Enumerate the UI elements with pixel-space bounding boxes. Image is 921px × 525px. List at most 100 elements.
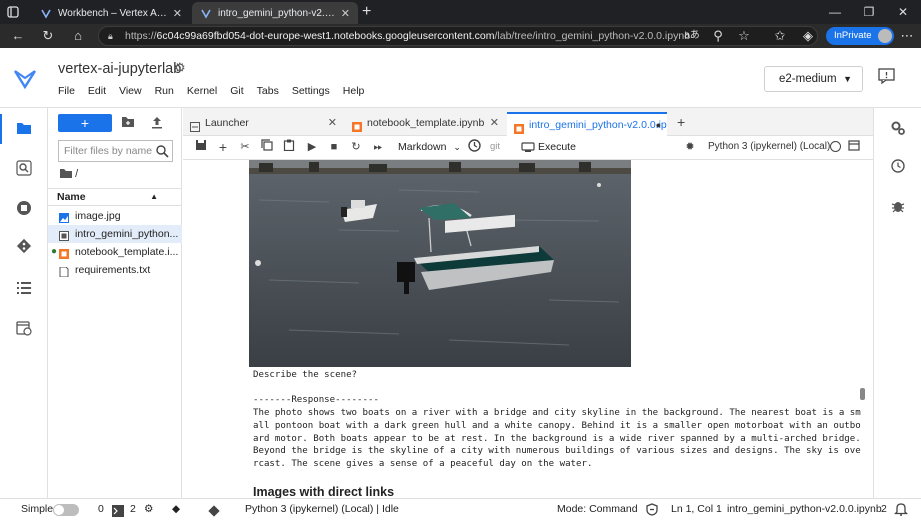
folder-icon[interactable] <box>14 118 34 138</box>
menu-help[interactable]: Help <box>343 85 365 97</box>
file-row[interactable]: requirements.txt <box>48 261 182 279</box>
favorite-star-icon[interactable]: ☆ <box>732 24 756 48</box>
git-branch-icon[interactable]: ◆ <box>172 499 180 520</box>
browser-tab-notebook[interactable]: intro_gemini_python-v2.0.0.ipynb ✕ <box>192 2 358 24</box>
scheduler-calendar-icon[interactable] <box>14 318 34 338</box>
back-icon[interactable]: ← <box>6 24 30 48</box>
cut-icon[interactable]: ✂ <box>237 139 253 155</box>
paste-icon[interactable] <box>281 139 297 155</box>
simple-mode-toggle[interactable] <box>53 504 79 516</box>
search-icon[interactable] <box>14 158 34 178</box>
table-of-contents-icon[interactable] <box>14 278 34 298</box>
close-tab-icon[interactable]: ✕ <box>335 7 350 20</box>
kernels-count[interactable]: 2 <box>130 499 136 520</box>
menu-file[interactable]: File <box>58 85 75 97</box>
restart-kernel-icon[interactable]: ↻ <box>348 139 364 155</box>
property-inspector-gears-icon[interactable] <box>890 120 906 136</box>
refresh-icon[interactable]: ↻ <box>36 24 60 48</box>
clock-icon[interactable] <box>466 139 482 155</box>
kernel-status[interactable]: Python 3 (ipykernel) (Local) | Idle <box>245 499 399 520</box>
minimize-icon[interactable]: — <box>818 0 852 24</box>
kernel-name[interactable]: Python 3 (ipykernel) (Local) <box>708 139 830 155</box>
menu-tabs[interactable]: Tabs <box>257 85 279 97</box>
unsaved-dot-icon[interactable]: ● <box>656 114 661 136</box>
vertex-ai-logo-icon <box>12 66 38 92</box>
restart-run-all-icon[interactable]: ⏩︎ <box>370 139 386 155</box>
read-aloud-icon[interactable]: a͏あ <box>680 24 704 48</box>
upload-icon[interactable] <box>151 116 165 130</box>
file-row[interactable]: ● notebook_template.i... <box>48 243 182 261</box>
kernel-settings-bug-icon[interactable]: ✹ <box>682 139 698 155</box>
new-launcher-button[interactable]: + <box>58 114 112 132</box>
running-kernels-icon[interactable] <box>14 198 34 218</box>
git-label[interactable]: git <box>490 139 500 155</box>
terminals-count[interactable]: 0 <box>98 499 104 520</box>
tab-intro-gemini[interactable]: intro_gemini_python-v2.0.0.ip ● <box>507 112 667 136</box>
cell-type-select[interactable]: Markdown ⌄ <box>398 139 461 155</box>
tab-notebook-template[interactable]: notebook_template.ipynb ✕ <box>345 112 505 136</box>
insert-cell-icon[interactable]: + <box>215 139 231 155</box>
current-file-name: intro_gemini_python-v2.0.0.ipynb <box>727 503 882 515</box>
git-icon[interactable] <box>14 236 34 256</box>
notebook-tab-bar: Launcher ✕ notebook_template.ipynb ✕ int… <box>183 108 873 136</box>
launcher-icon <box>190 118 200 132</box>
close-window-icon[interactable]: ✕ <box>886 0 920 24</box>
restore-icon[interactable]: ❐ <box>852 0 886 24</box>
menu-git[interactable]: Git <box>230 85 243 97</box>
file-name: requirements.txt <box>75 264 151 276</box>
debugger-bug-icon[interactable] <box>890 198 906 214</box>
settings-gear-icon[interactable]: ⚙ <box>174 60 186 76</box>
file-row[interactable]: intro_gemini_python... <box>48 225 182 243</box>
zoom-icon[interactable]: ⚲ <box>706 24 730 48</box>
cursor-position[interactable]: Ln 1, Col 1 <box>671 499 722 520</box>
browser-tab-workbench[interactable]: Workbench – Vertex AI – qwiklab ✕ <box>32 2 190 24</box>
menu-kernel[interactable]: Kernel <box>187 85 217 97</box>
home-icon[interactable]: ⌂ <box>66 24 90 48</box>
response-line: The photo shows two boats on a river wit… <box>253 408 861 419</box>
scrollbar-thumb[interactable] <box>860 388 865 400</box>
run-cell-icon[interactable]: ▶ <box>304 139 320 155</box>
machine-type-select[interactable]: e2-medium ▼ <box>764 66 863 92</box>
file-row[interactable]: image.jpg <box>48 207 182 225</box>
interrupt-kernel-icon[interactable]: ■ <box>326 139 342 155</box>
trusted-shield-icon[interactable] <box>646 503 658 524</box>
save-icon[interactable] <box>193 139 209 155</box>
menu-run[interactable]: Run <box>155 85 174 97</box>
close-tab-icon[interactable]: ✕ <box>167 7 182 20</box>
copy-icon[interactable] <box>259 139 275 155</box>
notification-bell-icon[interactable] <box>893 502 909 524</box>
breadcrumb[interactable]: / <box>60 168 78 180</box>
new-tab-icon[interactable]: + <box>362 2 371 22</box>
menu-view[interactable]: View <box>119 85 142 97</box>
execute-button[interactable]: Execute <box>521 139 576 155</box>
response-line: ard motor. Both boats appear to be at re… <box>253 433 861 444</box>
feedback-icon[interactable] <box>878 68 896 85</box>
notebook-mode[interactable]: Mode: Command <box>557 499 638 520</box>
close-icon[interactable]: ✕ <box>490 112 499 134</box>
notebook-toolbar: + ✂ ▶ ■ ↻ ⏩︎ Markdown ⌄ git Execute ✹ Py… <box>183 136 873 160</box>
inprivate-badge[interactable]: InPrivate <box>826 27 894 45</box>
filter-files-input[interactable]: Filter files by name <box>58 140 173 162</box>
name-column-header[interactable]: Name ▲ <box>48 188 182 206</box>
menu-edit[interactable]: Edit <box>88 85 106 97</box>
tab-label: notebook_template.ipynb <box>367 117 485 129</box>
vertex-tab-icon <box>40 7 52 19</box>
tab-launcher[interactable]: Launcher ✕ <box>183 112 343 136</box>
kernel-gear-icon: ⚙ <box>144 503 154 515</box>
history-icon[interactable] <box>890 158 906 174</box>
image-file-icon <box>59 211 69 223</box>
more-menu-icon[interactable]: ⋯ <box>895 24 919 48</box>
folder-icon <box>60 169 72 178</box>
notifications-count[interactable]: 2 <box>881 499 887 520</box>
browser-essentials-icon[interactable]: ◈ <box>796 24 820 48</box>
notebook-icon <box>352 118 362 132</box>
tab-actions-icon[interactable] <box>6 5 20 19</box>
menu-settings[interactable]: Settings <box>292 85 330 97</box>
tab-label: Launcher <box>205 117 249 129</box>
schedule-calendar-icon[interactable] <box>846 139 862 155</box>
add-tab-icon[interactable]: + <box>677 114 685 130</box>
favorites-icon[interactable]: ✩ <box>768 24 792 48</box>
new-folder-icon[interactable] <box>121 116 135 130</box>
close-icon[interactable]: ✕ <box>328 112 337 134</box>
git-status-icon[interactable] <box>208 504 220 525</box>
